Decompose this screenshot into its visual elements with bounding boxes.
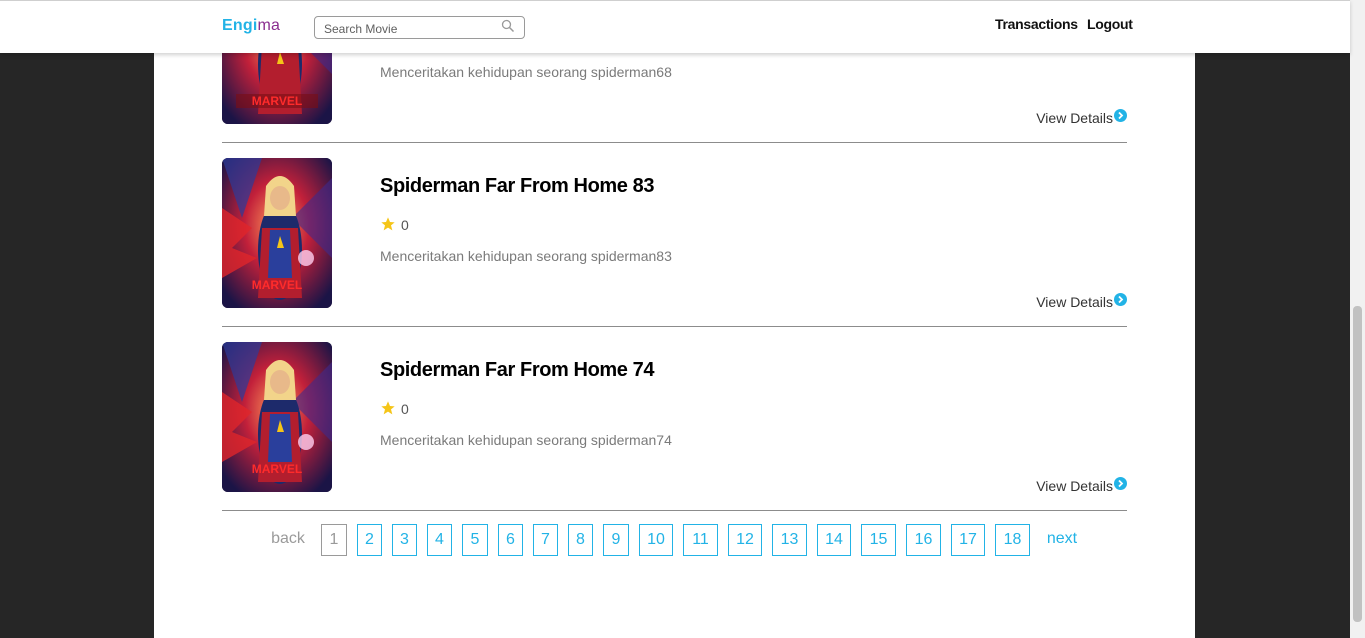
poster-title-text: MARVEL [252,278,302,292]
search-icon[interactable] [501,19,515,33]
chevron-right-circle-icon [1114,476,1127,490]
page-button[interactable]: 16 [906,524,941,556]
poster-title-text: MARVEL [252,94,302,108]
page-button[interactable]: 1 [321,524,347,556]
top-navbar: Engima Transactions Logout [0,0,1350,53]
page-button[interactable]: 17 [951,524,985,556]
movie-rating: 0 [380,216,409,233]
vertical-scrollbar[interactable] [1350,0,1365,638]
scrollbar-thumb[interactable] [1353,306,1362,622]
movie-poster[interactable]: MARVEL [222,158,332,308]
view-details-label: View Details [1036,294,1113,310]
poster-image: MARVEL [222,158,332,308]
star-icon [381,401,395,415]
movie-title[interactable]: Spiderman Far From Home 74 [380,359,655,382]
nav-transactions-link[interactable]: Transactions [995,16,1078,32]
page-button[interactable]: 13 [772,524,807,556]
movie-rating: 0 [380,400,409,417]
movie-item: MARVEL Spiderman Far From Home 74 0 Menc… [222,342,1127,511]
view-details-link[interactable]: View Details [1036,476,1127,494]
search-box [314,16,525,39]
logo-part-2: ma [257,17,281,34]
nav-logout-link[interactable]: Logout [1087,16,1133,32]
logo[interactable]: Engima [222,17,280,35]
page-button[interactable]: 12 [728,524,762,556]
view-details-link[interactable]: View Details [1036,292,1127,310]
chevron-right-circle-icon [1114,292,1127,306]
page-button[interactable]: 3 [392,524,417,556]
page-button[interactable]: 5 [462,524,488,556]
movie-poster[interactable]: MARVEL [222,342,332,492]
chevron-right-circle-icon [1114,108,1127,122]
view-details-label: View Details [1036,110,1113,126]
page-button[interactable]: 14 [817,524,851,556]
page-button[interactable]: 10 [639,524,673,556]
page-button[interactable]: 18 [995,524,1030,556]
search-input[interactable] [324,20,504,37]
page-button[interactable]: 7 [533,524,558,556]
movie-title[interactable]: Spiderman Far From Home 83 [380,175,655,198]
poster-image: MARVEL [222,342,332,492]
pagination: back 1 2 3 4 5 6 7 8 9 10 11 12 13 14 15… [0,524,1365,556]
star-icon [381,217,395,231]
movie-description: Menceritakan kehidupan seorang spiderman… [380,248,672,264]
view-details-link[interactable]: View Details [1036,108,1127,126]
poster-title-text: MARVEL [252,462,302,476]
pagination-back[interactable]: back [266,524,310,556]
page-button[interactable]: 8 [568,524,593,556]
movie-description: Menceritakan kehidupan seorang spiderman… [380,64,672,80]
page-button[interactable]: 9 [603,524,629,556]
page-button[interactable]: 15 [861,524,896,556]
logo-part-1: Engi [222,17,258,34]
page-button[interactable]: 4 [427,524,452,556]
pagination-next[interactable]: next [1040,524,1084,556]
page-button[interactable]: 2 [357,524,382,556]
view-details-label: View Details [1036,478,1113,494]
rating-value: 0 [401,401,409,417]
page-button[interactable]: 11 [683,524,718,556]
movie-description: Menceritakan kehidupan seorang spiderman… [380,432,672,448]
movie-item: MARVEL Spiderman Far From Home 83 0 Menc… [222,158,1127,327]
page-button[interactable]: 6 [498,524,523,556]
rating-value: 0 [401,217,409,233]
